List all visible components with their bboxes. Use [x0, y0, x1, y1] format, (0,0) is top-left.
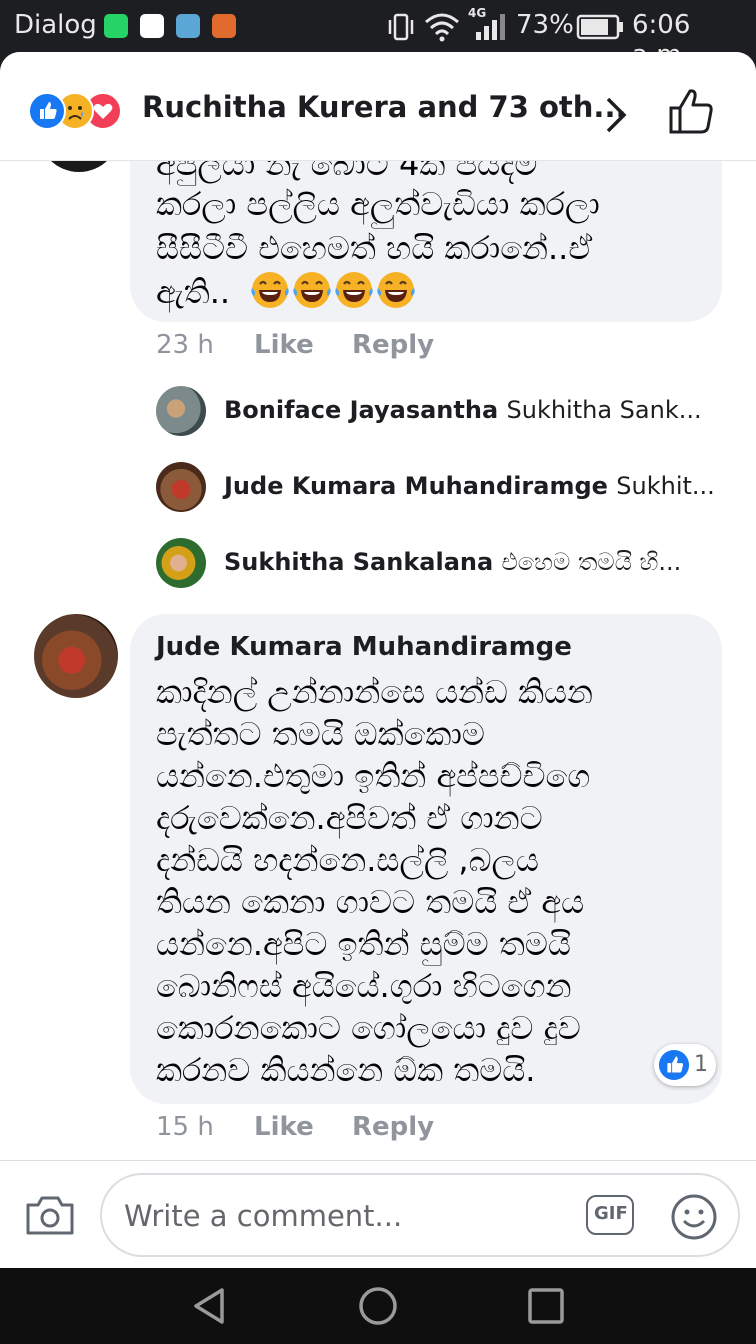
avatar[interactable]: [156, 386, 206, 436]
gif-button[interactable]: GIF: [586, 1195, 634, 1235]
reactors-title[interactable]: Ruchitha Kurera and 73 oth...: [142, 90, 626, 124]
comment-line: කරනව කියන්නෙ ඕක තමයි.: [156, 1051, 536, 1089]
comment-line: දන්ඩයි හදන්නෙ.සල්ලි ,බලය: [156, 841, 539, 879]
comment-line: කොරනකොට ගෝලයො දුව දුව: [156, 1009, 581, 1047]
comment-author[interactable]: Jude Kumara Muhandiramge: [156, 632, 572, 662]
comment-line: තියන කෙනා ගාවට තමයි ඒ අය: [156, 883, 585, 921]
comment-line: යන්නෙ.එතුමා ඉතින් අප්පච්චිගෙ: [156, 757, 591, 795]
reply-preview[interactable]: Jude Kumara Muhandiramge Sukhit...: [156, 462, 716, 514]
recents-icon[interactable]: [526, 1288, 566, 1328]
comment-input[interactable]: Write a comment... GIF: [100, 1173, 740, 1257]
comment-time: 23 h: [156, 330, 214, 360]
gallery-icon: [176, 14, 200, 38]
reply-link[interactable]: Reply: [352, 1112, 434, 1142]
status-bar: Dialog 4G 73% 6:06 a.m.: [0, 0, 756, 70]
reaction-count: 1: [694, 1052, 708, 1077]
game-icon: [212, 14, 236, 38]
wifi-icon: [425, 13, 459, 42]
home-icon[interactable]: [356, 1286, 400, 1330]
gif-label: GIF: [594, 1203, 628, 1224]
reply-author[interactable]: Sukhitha Sankalana: [224, 548, 493, 576]
comment-line: යන්නෙ.අපිට ඉතින් සුම්ම තමයි: [156, 925, 571, 963]
reaction-count-badge[interactable]: 1: [654, 1044, 716, 1086]
reactions-header[interactable]: Ruchitha Kurera and 73 oth...: [0, 52, 756, 161]
battery-icon: [576, 14, 623, 40]
like-reaction-icon: [28, 92, 66, 130]
comment-line: බොනිෆස් අයියේ.ගුරා හිටගෙන: [156, 967, 572, 1005]
reply-link[interactable]: Reply: [352, 330, 434, 360]
emoji-icon[interactable]: [670, 1193, 718, 1241]
reply-snippet: Sukhit...: [616, 472, 715, 500]
laughing-emoji-icon: [251, 270, 416, 310]
reply-author[interactable]: Boniface Jayasantha: [224, 396, 498, 424]
reply-preview[interactable]: Sukhitha Sankalana එහෙම තමයි හි...: [156, 538, 716, 590]
reply-snippet: Sukhitha Sank...: [506, 396, 702, 424]
comment-line: සීසීටීවී එහෙමත් හයි කරානේ..ඒ: [156, 229, 593, 267]
comments-sheet: Ruchitha Kurera and 73 oth... අපුලියා නැ…: [0, 52, 756, 1268]
signal-icon: [476, 14, 505, 40]
chevron-right-icon[interactable]: [604, 96, 628, 134]
vibrate-icon: [388, 13, 414, 41]
comment-line: කාදිනල් උන්නාන්සෙ යන්ඩ කියන: [156, 673, 594, 711]
like-reaction-icon: [658, 1049, 690, 1081]
comment-placeholder: Write a comment...: [124, 1199, 403, 1233]
comment-line: ඇති..: [156, 273, 231, 311]
reaction-summary[interactable]: [28, 92, 138, 130]
battery-percent: 73%: [516, 10, 574, 40]
camera-icon[interactable]: [24, 1193, 76, 1237]
reply-preview[interactable]: Boniface Jayasantha Sukhitha Sank...: [156, 386, 716, 438]
comment-line: දරුවෙක්නෙ.අපිවත් ඒ ගානට: [156, 799, 543, 837]
comment-line: කරලා පල්ලිය අලුත්වැඩියා කරලා: [156, 185, 600, 223]
like-link[interactable]: Like: [254, 1112, 314, 1142]
avatar[interactable]: [156, 462, 206, 512]
tv-app-icon: [140, 14, 164, 38]
comment-time: 15 h: [156, 1112, 214, 1142]
whatsapp-icon: [104, 14, 128, 38]
android-nav-bar: [0, 1268, 756, 1344]
reply-author[interactable]: Jude Kumara Muhandiramge: [224, 472, 608, 500]
comment-line: පැත්තට තමයි ඔක්කොම: [156, 715, 485, 753]
reply-snippet: එහෙම තමයි හි...: [501, 548, 682, 576]
avatar[interactable]: [156, 538, 206, 588]
like-thumb-icon[interactable]: [666, 86, 716, 136]
avatar[interactable]: [34, 614, 118, 698]
comment-composer: Write a comment... GIF: [0, 1160, 756, 1268]
back-icon[interactable]: [190, 1286, 230, 1326]
carrier-label: Dialog: [14, 10, 97, 40]
like-link[interactable]: Like: [254, 330, 314, 360]
